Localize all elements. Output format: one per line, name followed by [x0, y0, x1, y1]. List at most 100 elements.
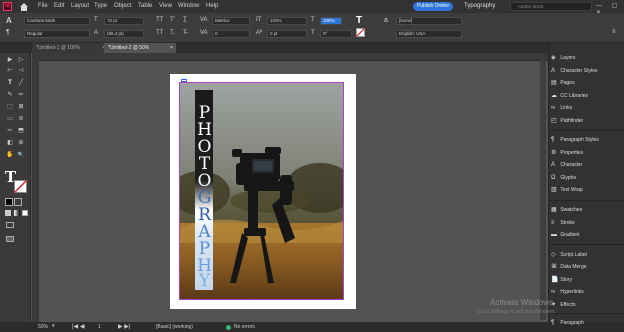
panel-story[interactable]: 📄 Story: [551, 275, 572, 285]
panel-pages[interactable]: ▤ Pages: [551, 78, 575, 88]
stroke-none-icon[interactable]: [14, 180, 27, 193]
selection-tool-icon[interactable]: ▶: [6, 57, 14, 64]
panel-links[interactable]: ∞ Links: [551, 103, 572, 113]
screen-mode-icon[interactable]: [6, 222, 14, 228]
panel-paragraph[interactable]: ¶ Paragraph: [551, 318, 584, 328]
zoom-dropdown-icon[interactable]: ▾: [52, 323, 55, 329]
direct-selection-tool-icon[interactable]: ▷: [17, 57, 25, 64]
first-page-icon[interactable]: |◀ ◀: [72, 323, 84, 330]
subscript-button[interactable]: T,: [170, 30, 175, 36]
panel-hyperlinks[interactable]: ∞ Hyperlinks: [551, 287, 584, 297]
skew-field[interactable]: 0°: [320, 30, 352, 38]
vertical-scrollbar[interactable]: [540, 60, 546, 320]
panel-text-wrap[interactable]: ▥ Text Wrap: [551, 185, 583, 195]
formatting-container-icon[interactable]: [14, 198, 22, 206]
rectangle-frame-tool-icon[interactable]: ⬚: [6, 104, 14, 111]
page-tool-icon[interactable]: ⊢: [6, 68, 14, 75]
close-icon[interactable]: ×: [170, 43, 173, 53]
panel-layers[interactable]: ◈ Layers: [551, 53, 575, 63]
text-fill-icon[interactable]: T: [356, 15, 362, 26]
apply-gradient-icon[interactable]: [14, 210, 20, 216]
tab-untitled-1[interactable]: *Untitled-1 @ 100% ×: [32, 43, 108, 53]
workspace-switcher[interactable]: Typography: [464, 3, 495, 9]
kerning-field[interactable]: Metrics: [212, 17, 250, 25]
page-style[interactable]: [Basic] (working): [156, 324, 193, 330]
menu-edit[interactable]: Edit: [54, 3, 64, 9]
pencil-tool-icon[interactable]: ✏: [17, 92, 25, 99]
panel-properties[interactable]: ⚙ Properties: [551, 148, 583, 158]
menu-help[interactable]: Help: [206, 3, 218, 9]
story-icon: 📄: [551, 277, 559, 283]
tracking-field[interactable]: 0: [212, 30, 250, 38]
panel-paragraph-styles[interactable]: ¶ Paragraph Styles: [551, 135, 599, 145]
zoom-tool-icon[interactable]: 🔍: [17, 152, 25, 159]
panel-gradient[interactable]: ▬ Gradient: [551, 230, 580, 240]
horizontal-ruler[interactable]: [32, 53, 548, 61]
panel-glyphs[interactable]: Ω Glyphs: [551, 173, 576, 183]
font-style-field[interactable]: Regular: [24, 30, 90, 38]
pen-tool-icon[interactable]: ✎: [6, 92, 14, 99]
menu-view[interactable]: View: [159, 3, 172, 9]
stock-search-input[interactable]: Adobe Stock: [510, 2, 592, 11]
language-field[interactable]: English: USA: [396, 30, 462, 38]
publish-online-button[interactable]: Publish Online: [413, 2, 453, 11]
scissors-tool-icon[interactable]: ✂: [6, 128, 14, 135]
note-tool-icon[interactable]: ⊕: [17, 140, 25, 147]
menu-file[interactable]: File: [38, 3, 48, 9]
swatches-icon: ▦: [551, 207, 557, 213]
superscript-button[interactable]: T': [170, 17, 175, 23]
vertical-ruler[interactable]: [32, 60, 39, 322]
menu-table[interactable]: Table: [138, 3, 152, 9]
panel-stroke[interactable]: ≡ Stroke: [551, 218, 575, 228]
panel-character-styles[interactable]: A Character Styles: [551, 66, 597, 76]
rectangle-tool-icon[interactable]: ▭: [6, 116, 14, 123]
home-icon[interactable]: [19, 2, 29, 11]
panel-swatches[interactable]: ▦ Swatches: [551, 205, 582, 215]
polygon-tool-icon[interactable]: ⊘: [17, 116, 25, 123]
preview-mode-icon[interactable]: [6, 236, 14, 242]
horizontal-scale-field[interactable]: 100%: [320, 17, 342, 25]
horizontal-scale-icon: T: [311, 17, 315, 23]
next-page-icon[interactable]: ▶ ▶|: [118, 323, 130, 330]
free-transform-tool-icon[interactable]: ⬒: [17, 128, 25, 135]
leading-field[interactable]: (86.4 pt): [104, 30, 144, 38]
ellipse-frame-tool-icon[interactable]: ⊠: [17, 104, 25, 111]
font-size-field[interactable]: 72 pt: [104, 17, 144, 25]
panel-script-label[interactable]: ◇ Script Label: [551, 250, 587, 260]
line-tool-icon[interactable]: ╱: [17, 80, 25, 87]
all-caps-button[interactable]: TT: [156, 17, 163, 23]
menu-object[interactable]: Object: [114, 3, 131, 9]
baseline-shift-field[interactable]: 0 pt: [267, 30, 307, 38]
small-caps-button[interactable]: TT: [156, 30, 163, 36]
properties-icon: ⚙: [551, 150, 557, 156]
panel-data-merge[interactable]: ⌘ Data Merge: [551, 262, 587, 272]
strikethrough-button[interactable]: T̶: [183, 30, 187, 36]
apply-none-icon[interactable]: [22, 210, 28, 216]
tab-label: *Untitled-1 @ 100%: [36, 45, 80, 51]
character-style-field[interactable]: [None]: [396, 17, 462, 25]
zoom-level[interactable]: 50%: [38, 324, 48, 330]
text-stroke-none-icon[interactable]: [356, 28, 365, 37]
hand-tool-icon[interactable]: ✋: [6, 152, 14, 159]
menu-type[interactable]: Type: [94, 3, 107, 9]
preflight-status-text[interactable]: No errors: [234, 324, 255, 330]
panel-cc-libraries[interactable]: ☁ CC Libraries: [551, 91, 588, 101]
type-tool-icon[interactable]: T: [6, 80, 14, 87]
menu-layout[interactable]: Layout: [71, 3, 89, 9]
panel-pathfinder[interactable]: ◰ Pathfinder: [551, 116, 583, 126]
underline-button[interactable]: T̲: [183, 17, 187, 23]
gradient-tool-icon[interactable]: ◧: [6, 140, 14, 147]
tab-untitled-2[interactable]: *Untitled-2 @ 50% ×: [104, 43, 176, 53]
apply-color-icon[interactable]: [5, 210, 11, 216]
baseline-shift-icon: Aª: [256, 30, 263, 36]
default-swatch-icon[interactable]: [5, 198, 13, 206]
page-number[interactable]: 1: [98, 324, 101, 330]
character-formatting-icon[interactable]: A: [6, 16, 12, 25]
gap-tool-icon[interactable]: ⊣: [17, 68, 25, 75]
menu-window[interactable]: Window: [178, 3, 199, 9]
font-family-field[interactable]: Cambria Math: [24, 17, 90, 25]
vertical-scale-field[interactable]: 100%: [267, 17, 307, 25]
control-menu-icon[interactable]: ≡: [612, 29, 616, 35]
panel-character[interactable]: A Character: [551, 160, 582, 170]
paragraph-formatting-icon[interactable]: ¶: [6, 29, 10, 36]
